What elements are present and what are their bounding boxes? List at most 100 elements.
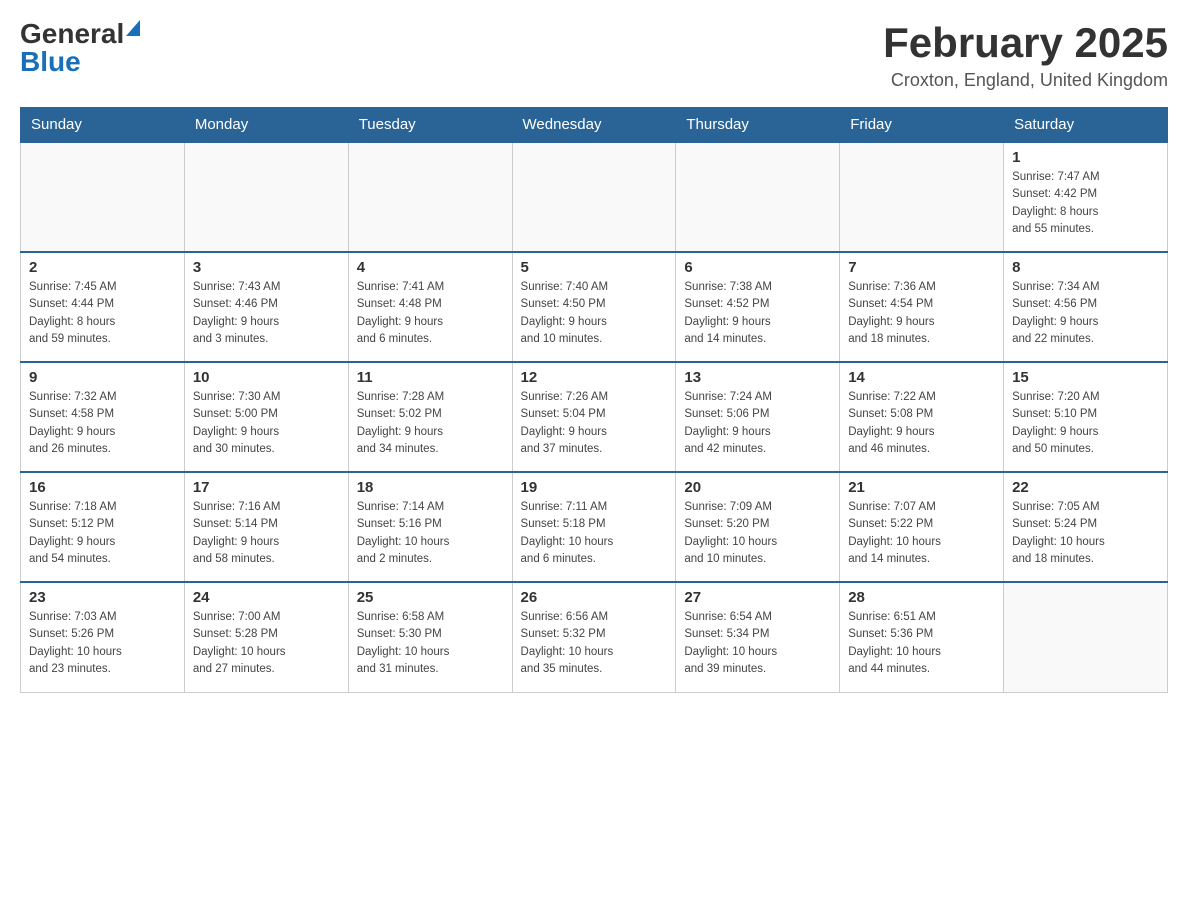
day-number: 7	[848, 259, 995, 276]
day-number: 10	[193, 369, 340, 386]
day-number: 28	[848, 589, 995, 606]
calendar-week-5: 23 Sunrise: 7:03 AM Sunset: 5:26 PM Dayli…	[21, 582, 1168, 692]
calendar-cell: 11 Sunrise: 7:28 AM Sunset: 5:02 PM Dayli…	[348, 362, 512, 472]
logo-triangle-icon	[126, 20, 140, 36]
calendar-cell: 22Sunrise: 7:05 AM Sunset: 5:24 PM Dayli…	[1004, 472, 1168, 582]
calendar-cell: 7 Sunrise: 7:36 AM Sunset: 4:54 PM Daylig…	[840, 252, 1004, 362]
calendar-cell: 25 Sunrise: 6:58 AM Sunset: 5:30 PM Dayli…	[348, 582, 512, 692]
day-info: Sunrise: 7:32 AM Sunset: 4:58 PM Dayligh…	[29, 389, 176, 458]
day-number: 25	[357, 589, 504, 606]
day-number: 5	[521, 259, 668, 276]
logo-blue-text: Blue	[20, 48, 138, 76]
calendar-cell: 2 Sunrise: 7:45 AM Sunset: 4:44 PM Daylig…	[21, 252, 185, 362]
day-info: Sunrise: 6:54 AM Sunset: 5:34 PM Dayligh…	[684, 609, 831, 678]
day-info: Sunrise: 7:30 AM Sunset: 5:00 PM Dayligh…	[193, 389, 340, 458]
title-block: February 2025 Croxton, England, United K…	[883, 20, 1168, 91]
day-info: Sunrise: 7:40 AM Sunset: 4:50 PM Dayligh…	[521, 279, 668, 348]
day-number: 3	[193, 259, 340, 276]
header-wednesday: Wednesday	[512, 108, 676, 143]
calendar-cell	[184, 142, 348, 252]
calendar-cell: 3 Sunrise: 7:43 AM Sunset: 4:46 PM Daylig…	[184, 252, 348, 362]
calendar-cell: 18 Sunrise: 7:14 AM Sunset: 5:16 PM Dayli…	[348, 472, 512, 582]
day-number: 1	[1012, 149, 1159, 166]
calendar-cell: 8 Sunrise: 7:34 AM Sunset: 4:56 PM Daylig…	[1004, 252, 1168, 362]
day-number: 17	[193, 479, 340, 496]
calendar-cell: 15 Sunrise: 7:20 AM Sunset: 5:10 PM Dayli…	[1004, 362, 1168, 472]
day-info: Sunrise: 7:45 AM Sunset: 4:44 PM Dayligh…	[29, 279, 176, 348]
day-number: 24	[193, 589, 340, 606]
day-number: 27	[684, 589, 831, 606]
day-info: Sunrise: 6:56 AM Sunset: 5:32 PM Dayligh…	[521, 609, 668, 678]
header-saturday: Saturday	[1004, 108, 1168, 143]
day-number: 13	[684, 369, 831, 386]
calendar-cell: 27 Sunrise: 6:54 AM Sunset: 5:34 PM Dayli…	[676, 582, 840, 692]
calendar-cell	[676, 142, 840, 252]
header-sunday: Sunday	[21, 108, 185, 143]
day-info: Sunrise: 7:41 AM Sunset: 4:48 PM Dayligh…	[357, 279, 504, 348]
logo-general-text: General	[20, 20, 124, 48]
day-info: Sunrise: 7:38 AM Sunset: 4:52 PM Dayligh…	[684, 279, 831, 348]
calendar-cell: 17 Sunrise: 7:16 AM Sunset: 5:14 PM Dayli…	[184, 472, 348, 582]
page-subtitle: Croxton, England, United Kingdom	[883, 70, 1168, 91]
page-header: General Blue February 2025 Croxton, Engl…	[20, 20, 1168, 91]
calendar-cell: 6 Sunrise: 7:38 AM Sunset: 4:52 PM Daylig…	[676, 252, 840, 362]
header-thursday: Thursday	[676, 108, 840, 143]
calendar-cell: 20 Sunrise: 7:09 AM Sunset: 5:20 PM Dayli…	[676, 472, 840, 582]
day-number: 14	[848, 369, 995, 386]
day-number: 23	[29, 589, 176, 606]
day-info: Sunrise: 7:36 AM Sunset: 4:54 PM Dayligh…	[848, 279, 995, 348]
day-number: 19	[521, 479, 668, 496]
day-info: Sunrise: 7:18 AM Sunset: 5:12 PM Dayligh…	[29, 499, 176, 568]
day-info: Sunrise: 7:26 AM Sunset: 5:04 PM Dayligh…	[521, 389, 668, 458]
calendar-table: Sunday Monday Tuesday Wednesday Thursday…	[20, 107, 1168, 693]
calendar-cell: 9Sunrise: 7:32 AM Sunset: 4:58 PM Daylig…	[21, 362, 185, 472]
day-info: Sunrise: 7:00 AM Sunset: 5:28 PM Dayligh…	[193, 609, 340, 678]
day-number: 6	[684, 259, 831, 276]
day-info: Sunrise: 7:34 AM Sunset: 4:56 PM Dayligh…	[1012, 279, 1159, 348]
day-info: Sunrise: 7:24 AM Sunset: 5:06 PM Dayligh…	[684, 389, 831, 458]
calendar-cell: 5 Sunrise: 7:40 AM Sunset: 4:50 PM Daylig…	[512, 252, 676, 362]
calendar-cell: 10 Sunrise: 7:30 AM Sunset: 5:00 PM Dayli…	[184, 362, 348, 472]
day-info: Sunrise: 7:43 AM Sunset: 4:46 PM Dayligh…	[193, 279, 340, 348]
day-number: 4	[357, 259, 504, 276]
calendar-cell: 12Sunrise: 7:26 AM Sunset: 5:04 PM Dayli…	[512, 362, 676, 472]
day-info: Sunrise: 7:11 AM Sunset: 5:18 PM Dayligh…	[521, 499, 668, 568]
weekday-header-row: Sunday Monday Tuesday Wednesday Thursday…	[21, 108, 1168, 143]
header-tuesday: Tuesday	[348, 108, 512, 143]
day-number: 15	[1012, 369, 1159, 386]
header-friday: Friday	[840, 108, 1004, 143]
day-info: Sunrise: 7:22 AM Sunset: 5:08 PM Dayligh…	[848, 389, 995, 458]
header-monday: Monday	[184, 108, 348, 143]
day-info: Sunrise: 6:51 AM Sunset: 5:36 PM Dayligh…	[848, 609, 995, 678]
day-info: Sunrise: 7:47 AM Sunset: 4:42 PM Dayligh…	[1012, 169, 1159, 238]
day-info: Sunrise: 6:58 AM Sunset: 5:30 PM Dayligh…	[357, 609, 504, 678]
day-info: Sunrise: 7:20 AM Sunset: 5:10 PM Dayligh…	[1012, 389, 1159, 458]
calendar-week-4: 16 Sunrise: 7:18 AM Sunset: 5:12 PM Dayli…	[21, 472, 1168, 582]
day-info: Sunrise: 7:28 AM Sunset: 5:02 PM Dayligh…	[357, 389, 504, 458]
calendar-cell	[512, 142, 676, 252]
calendar-week-2: 2 Sunrise: 7:45 AM Sunset: 4:44 PM Daylig…	[21, 252, 1168, 362]
calendar-cell	[1004, 582, 1168, 692]
calendar-cell	[840, 142, 1004, 252]
day-info: Sunrise: 7:09 AM Sunset: 5:20 PM Dayligh…	[684, 499, 831, 568]
calendar-cell: 13 Sunrise: 7:24 AM Sunset: 5:06 PM Dayli…	[676, 362, 840, 472]
day-number: 2	[29, 259, 176, 276]
day-info: Sunrise: 7:07 AM Sunset: 5:22 PM Dayligh…	[848, 499, 995, 568]
day-number: 20	[684, 479, 831, 496]
calendar-cell: 21Sunrise: 7:07 AM Sunset: 5:22 PM Dayli…	[840, 472, 1004, 582]
day-info: Sunrise: 7:03 AM Sunset: 5:26 PM Dayligh…	[29, 609, 176, 678]
page-title: February 2025	[883, 20, 1168, 66]
day-info: Sunrise: 7:16 AM Sunset: 5:14 PM Dayligh…	[193, 499, 340, 568]
calendar-cell: 16 Sunrise: 7:18 AM Sunset: 5:12 PM Dayli…	[21, 472, 185, 582]
day-number: 26	[521, 589, 668, 606]
day-info: Sunrise: 7:14 AM Sunset: 5:16 PM Dayligh…	[357, 499, 504, 568]
logo: General Blue	[20, 20, 138, 76]
calendar-cell: 24 Sunrise: 7:00 AM Sunset: 5:28 PM Dayli…	[184, 582, 348, 692]
day-number: 18	[357, 479, 504, 496]
calendar-cell: 4 Sunrise: 7:41 AM Sunset: 4:48 PM Daylig…	[348, 252, 512, 362]
day-number: 16	[29, 479, 176, 496]
calendar-cell: 1 Sunrise: 7:47 AM Sunset: 4:42 PM Daylig…	[1004, 142, 1168, 252]
day-number: 8	[1012, 259, 1159, 276]
day-number: 11	[357, 369, 504, 386]
calendar-week-1: 1 Sunrise: 7:47 AM Sunset: 4:42 PM Daylig…	[21, 142, 1168, 252]
